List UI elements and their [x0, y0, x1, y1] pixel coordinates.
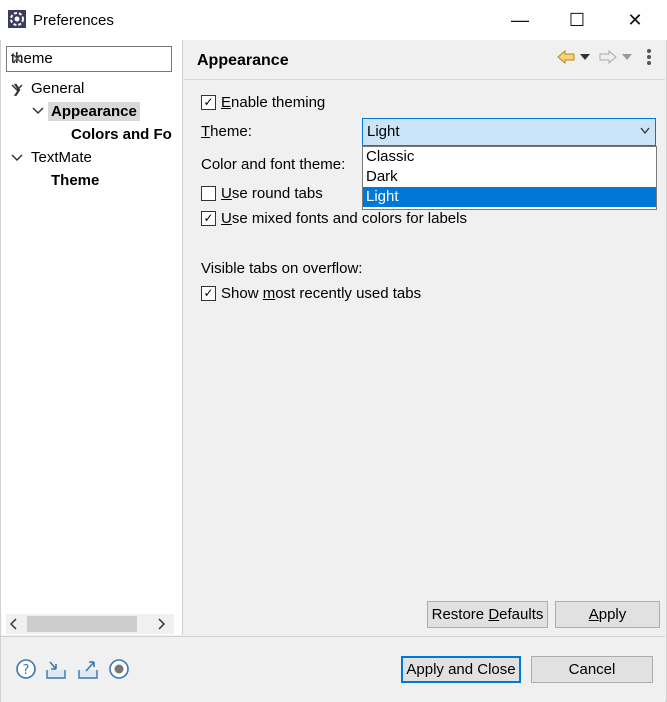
restore-defaults-button[interactable]: Restore Defaults [427, 601, 548, 628]
chevron-down-icon[interactable] [640, 127, 650, 135]
minimize-button[interactable]: — [505, 8, 535, 32]
label-text: ost recently used tabs [275, 285, 422, 302]
label-prefix: Restore [431, 606, 489, 623]
label-prefix: Show [221, 285, 263, 302]
apply-and-close-button[interactable]: Apply and Close [401, 656, 521, 683]
theme-option-classic[interactable]: Classic [363, 147, 656, 167]
accel-key: U [221, 210, 232, 227]
mru-tabs-label[interactable]: Show most recently used tabs [221, 285, 421, 302]
visible-tabs-label: Visible tabs on overflow: [201, 260, 363, 277]
enable-theming-checkbox[interactable]: ✓ [201, 95, 216, 110]
theme-dropdown-list: Classic Dark Light [362, 146, 657, 210]
accel-key: D [488, 606, 500, 623]
theme-option-dark[interactable]: Dark [363, 167, 656, 187]
label-text: efaults [499, 606, 544, 623]
label-text: se round tabs [231, 185, 323, 202]
apply-button[interactable]: Apply [555, 601, 660, 628]
scroll-left-icon[interactable] [9, 618, 19, 630]
cancel-button[interactable]: Cancel [531, 656, 653, 683]
chevron-down-icon[interactable] [11, 153, 23, 163]
label-text: pply [598, 606, 627, 623]
forward-arrow-icon[interactable] [599, 50, 617, 64]
chevron-down-icon[interactable] [32, 106, 44, 116]
enable-theming-label[interactable]: Enable theming [221, 94, 325, 111]
scrollbar-thumb[interactable] [27, 616, 137, 632]
color-font-theme-label: Color and font theme: [201, 156, 346, 173]
eclipse-app-icon [8, 10, 26, 28]
filter-input[interactable]: theme ✕ [6, 46, 172, 72]
export-icon[interactable] [77, 658, 99, 680]
mru-tabs-checkbox[interactable]: ✓ [201, 286, 216, 301]
label-text: nable theming [231, 94, 326, 111]
close-button[interactable]: ✕ [620, 8, 650, 32]
help-icon[interactable]: ? [15, 658, 37, 680]
theme-selected-value: Light [367, 123, 400, 140]
theme-option-light[interactable]: Light [363, 187, 656, 207]
page-title: Appearance [197, 52, 289, 69]
chevron-down-icon[interactable] [11, 83, 23, 93]
scroll-right-icon[interactable] [156, 618, 166, 630]
accel-key: U [221, 185, 232, 202]
tree-item-textmate[interactable]: TextMate [31, 149, 92, 166]
accel-key: T [201, 123, 211, 140]
theme-combo[interactable]: Light [362, 118, 656, 146]
tree-item-theme[interactable]: Theme [51, 172, 99, 189]
mixed-fonts-label[interactable]: Use mixed fonts and colors for labels [221, 210, 467, 227]
import-icon[interactable] [45, 658, 67, 680]
accel-key: m [262, 285, 276, 302]
round-tabs-checkbox[interactable] [201, 186, 216, 201]
label-text: heme: [210, 123, 252, 140]
clear-filter-icon[interactable]: ✕ [11, 50, 167, 68]
accel-key: A [588, 606, 599, 623]
mixed-fonts-checkbox[interactable]: ✓ [201, 211, 216, 226]
accel-key: E [221, 94, 232, 111]
tree-item-colors-and-fonts[interactable]: Colors and Fo [71, 126, 175, 143]
tree-item-appearance[interactable]: Appearance [48, 102, 140, 121]
forward-menu-dropdown-icon[interactable] [622, 54, 632, 62]
record-icon[interactable] [108, 658, 130, 680]
label-text: se mixed fonts and colors for labels [231, 210, 467, 227]
back-menu-dropdown-icon[interactable] [580, 54, 590, 62]
tree-label-general[interactable]: General [31, 80, 91, 97]
svg-text:?: ? [23, 663, 30, 678]
theme-label: Theme: [201, 123, 252, 140]
window-title: Preferences [33, 12, 114, 29]
maximize-button[interactable]: ☐ [562, 8, 592, 32]
back-arrow-icon[interactable] [557, 50, 575, 64]
more-options-icon[interactable] [645, 48, 653, 66]
round-tabs-label[interactable]: Use round tabs [221, 185, 323, 202]
